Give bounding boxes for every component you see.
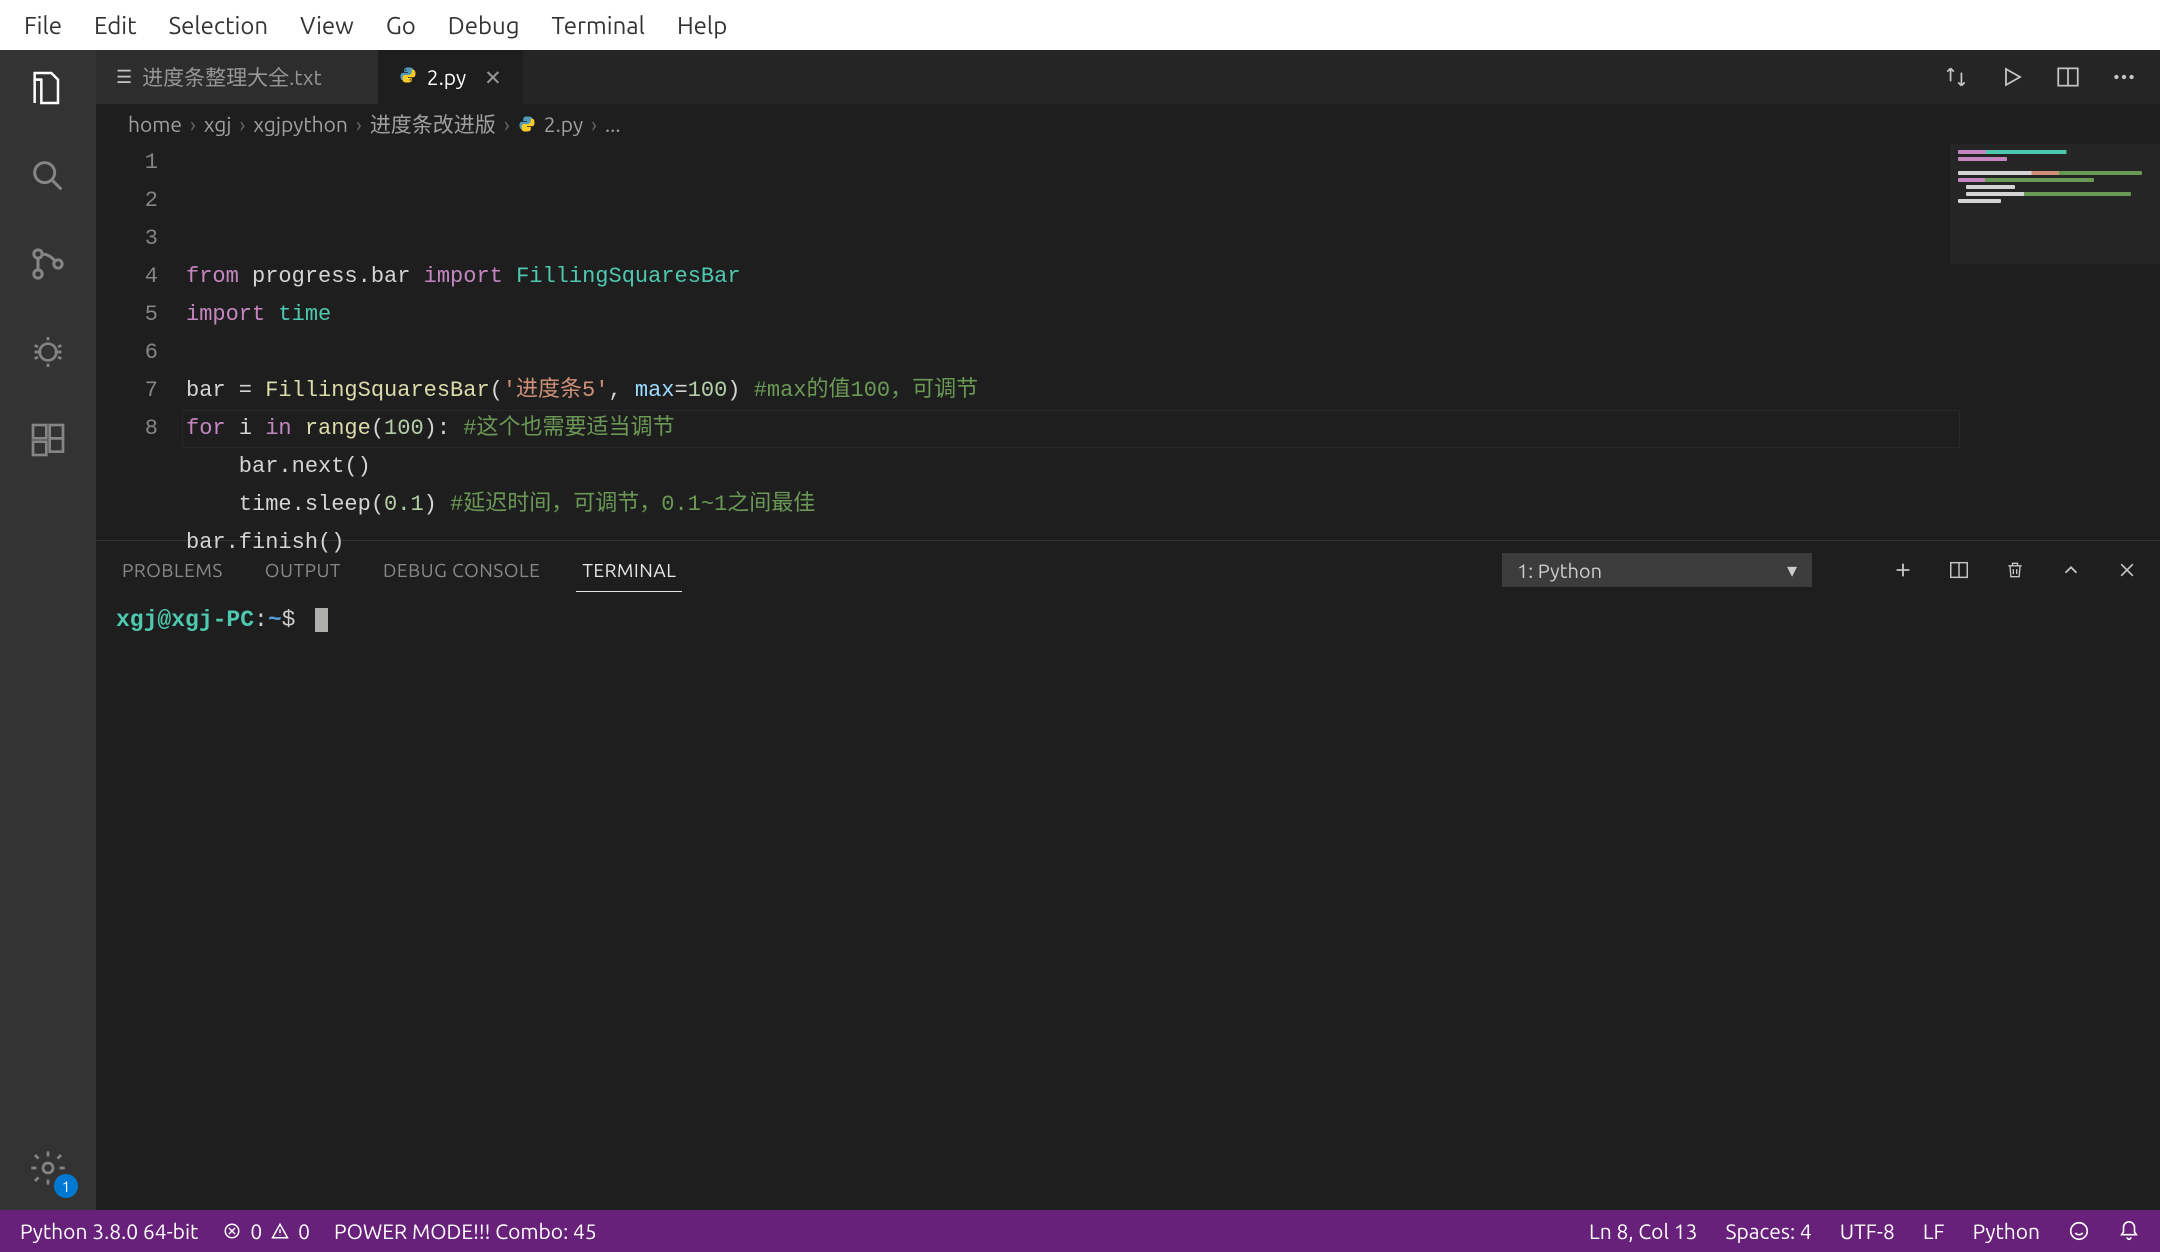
menu-selection[interactable]: Selection (153, 12, 285, 39)
status-power-mode[interactable]: POWER MODE!!! Combo: 45 (334, 1219, 597, 1243)
list-icon: ☰ (116, 67, 132, 88)
menu-bar: File Edit Selection View Go Debug Termin… (0, 0, 2160, 50)
settings-badge: 1 (54, 1174, 78, 1198)
notifications-icon[interactable] (2118, 1220, 2140, 1242)
breadcrumb-item[interactable]: 2.py (544, 112, 583, 136)
python-icon (518, 115, 536, 133)
terminal-prompt-path: ~ (268, 607, 282, 633)
code-line[interactable]: bar = FillingSquaresBar('进度条5', max=100)… (186, 372, 2160, 410)
chevron-right-icon: › (240, 112, 246, 136)
terminal-prompt-dollar: $ (282, 607, 296, 633)
tab-label: 2.py (427, 65, 466, 89)
cursor-line-highlight (182, 410, 1960, 448)
menu-edit[interactable]: Edit (78, 12, 153, 39)
minimap[interactable] (1950, 144, 2160, 264)
main-area: 1 ☰ 进度条整理大全.txt 2.py ✕ (0, 50, 2160, 1210)
panel: PROBLEMS OUTPUT DEBUG CONSOLE TERMINAL 1… (96, 540, 2160, 1210)
status-language[interactable]: Python (1973, 1219, 2040, 1243)
terminal-body[interactable]: xgj@xgj-PC:~$ (96, 599, 2160, 1210)
breadcrumb: home › xgj › xgjpython › 进度条改进版 › 2.py › ... (96, 104, 2160, 144)
chevron-right-icon: › (504, 112, 510, 136)
breadcrumb-item[interactable]: 进度条改进版 (370, 109, 496, 139)
split-editor-icon[interactable] (2054, 63, 2082, 91)
python-icon (399, 66, 417, 88)
extensions-icon[interactable] (24, 416, 72, 464)
compare-changes-icon[interactable] (1942, 63, 1970, 91)
status-cursor-position[interactable]: Ln 8, Col 13 (1589, 1219, 1697, 1243)
code-line[interactable] (186, 334, 2160, 372)
settings-gear-icon[interactable]: 1 (24, 1144, 72, 1192)
close-icon[interactable]: ✕ (484, 65, 502, 90)
editor-body[interactable]: 12345678 from progress.bar import Fillin… (96, 144, 2160, 540)
code-line[interactable]: from progress.bar import FillingSquaresB… (186, 258, 2160, 296)
menu-go[interactable]: Go (370, 12, 432, 39)
terminal-cursor (315, 608, 328, 632)
line-number-gutter: 12345678 (96, 144, 186, 540)
code-line[interactable]: bar.next() (186, 448, 2160, 486)
tab-actions (1920, 50, 2160, 104)
explorer-icon[interactable] (24, 64, 72, 112)
status-problems[interactable]: 0 0 (222, 1219, 310, 1243)
terminal-prompt-sep: : (254, 607, 268, 633)
menu-view[interactable]: View (284, 12, 370, 39)
warning-icon (270, 1221, 290, 1241)
source-control-icon[interactable] (24, 240, 72, 288)
activity-bar: 1 (0, 50, 96, 1210)
run-icon[interactable] (1998, 63, 2026, 91)
menu-debug[interactable]: Debug (432, 12, 536, 39)
feedback-icon[interactable] (2068, 1220, 2090, 1242)
chevron-right-icon: › (356, 112, 362, 136)
debug-icon[interactable] (24, 328, 72, 376)
breadcrumb-item[interactable]: xgj (204, 112, 232, 136)
chevron-right-icon: › (591, 112, 597, 136)
code-line[interactable]: import time (186, 296, 2160, 334)
tab-file-2[interactable]: 2.py ✕ (379, 50, 523, 104)
tab-label: 进度条整理大全.txt (142, 62, 322, 92)
menu-help[interactable]: Help (661, 12, 743, 39)
code-area[interactable]: from progress.bar import FillingSquaresB… (186, 144, 2160, 540)
more-actions-icon[interactable] (2110, 63, 2138, 91)
search-icon[interactable] (24, 152, 72, 200)
status-indentation[interactable]: Spaces: 4 (1725, 1219, 1811, 1243)
error-icon (222, 1221, 242, 1241)
code-line[interactable]: time.sleep(0.1) #延迟时间，可调节，0.1~1之间最佳 (186, 486, 2160, 524)
tab-bar: ☰ 进度条整理大全.txt 2.py ✕ (96, 50, 2160, 104)
status-bar: Python 3.8.0 64-bit 0 0 POWER MODE!!! Co… (0, 1210, 2160, 1252)
status-encoding[interactable]: UTF-8 (1840, 1219, 1895, 1243)
breadcrumb-item[interactable]: home (128, 112, 182, 136)
chevron-right-icon: › (190, 112, 196, 136)
status-interpreter[interactable]: Python 3.8.0 64-bit (20, 1219, 198, 1243)
editor-region: ☰ 进度条整理大全.txt 2.py ✕ (96, 50, 2160, 1210)
breadcrumb-item[interactable]: ... (605, 112, 621, 136)
code-line[interactable]: bar.finish() (186, 524, 2160, 562)
warning-count: 0 (298, 1219, 310, 1243)
menu-terminal[interactable]: Terminal (536, 12, 661, 39)
error-count: 0 (250, 1219, 262, 1243)
menu-file[interactable]: File (8, 12, 78, 39)
status-eol[interactable]: LF (1923, 1219, 1945, 1243)
terminal-prompt-user: xgj@xgj-PC (116, 607, 254, 633)
tab-file-1[interactable]: ☰ 进度条整理大全.txt (96, 50, 379, 104)
breadcrumb-item[interactable]: xgjpython (253, 112, 347, 136)
